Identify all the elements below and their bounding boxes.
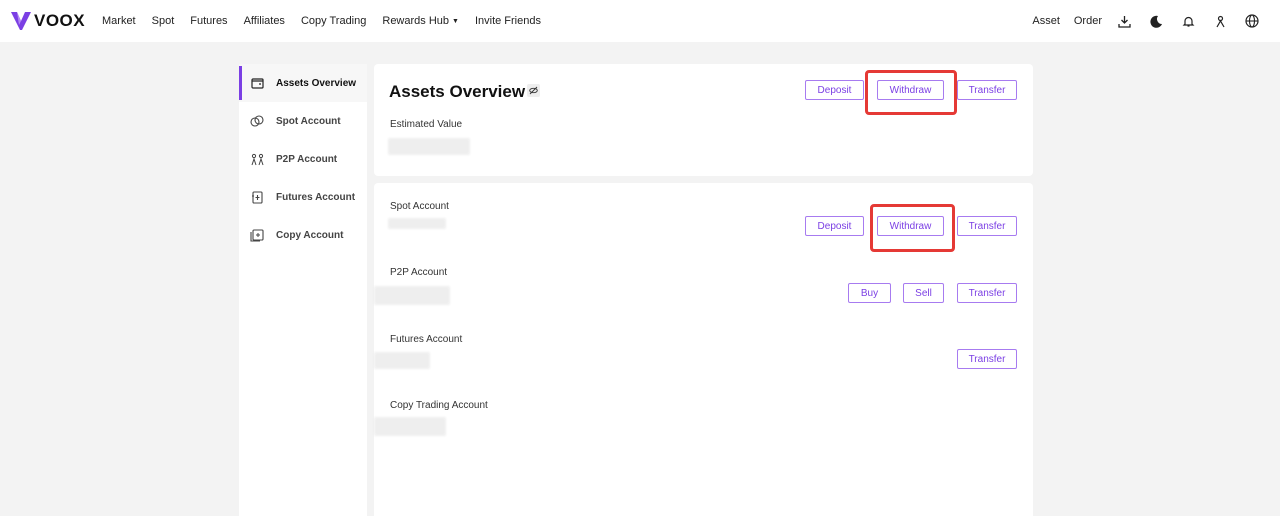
nav-order[interactable]: Order [1074, 15, 1102, 27]
sidebar-item-label: Spot Account [276, 115, 341, 127]
spot-withdraw-button[interactable]: Withdraw [877, 216, 944, 236]
spot-transfer-button[interactable]: Transfer [957, 216, 1017, 236]
nav-right: Asset Order [1032, 0, 1280, 42]
estimated-value-label: Estimated Value [390, 119, 463, 130]
nav-futures[interactable]: Futures [190, 15, 227, 27]
wallet-icon [250, 76, 264, 90]
sidebar-item-copy-account[interactable]: Copy Account [239, 216, 367, 254]
sidebar: Assets Overview Spot Account P2P Account… [239, 64, 367, 516]
nav-copy-trading[interactable]: Copy Trading [301, 15, 366, 27]
p2p-transfer-button[interactable]: Transfer [957, 283, 1017, 303]
nav-asset[interactable]: Asset [1032, 15, 1060, 27]
sidebar-item-label: Futures Account [276, 191, 356, 203]
sidebar-item-p2p-account[interactable]: P2P Account [239, 140, 367, 178]
nav-affiliates[interactable]: Affiliates [244, 15, 285, 27]
coins-icon [250, 114, 264, 128]
withdraw-button[interactable]: Withdraw [877, 80, 944, 100]
nav-rewards-hub-label: Rewards Hub [382, 15, 450, 27]
download-icon[interactable] [1116, 13, 1132, 29]
sidebar-item-futures-account[interactable]: Futures Account [239, 178, 367, 216]
p2p-balance-hidden [374, 286, 450, 305]
spot-deposit-button[interactable]: Deposit [805, 216, 864, 236]
caret-down-icon: ▼ [452, 17, 459, 25]
main-menu: Market Spot Futures Affiliates Copy Trad… [102, 0, 557, 42]
user-icon[interactable] [1212, 13, 1228, 29]
top-nav: VOOX Market Spot Futures Affiliates Copy… [0, 0, 1280, 42]
futures-transfer-button[interactable]: Transfer [957, 349, 1017, 369]
p2p-icon [250, 152, 264, 166]
spot-balance-hidden [388, 218, 446, 229]
hide-balance-icon[interactable] [527, 84, 540, 97]
p2p-buy-button[interactable]: Buy [848, 283, 891, 303]
futures-icon [250, 190, 264, 204]
nav-market[interactable]: Market [102, 15, 136, 27]
p2p-account-label: P2P Account [390, 267, 448, 278]
nav-invite-friends[interactable]: Invite Friends [475, 15, 541, 27]
page-title: Assets Overview [389, 82, 526, 101]
p2p-sell-button[interactable]: Sell [903, 283, 944, 303]
sidebar-item-spot-account[interactable]: Spot Account [239, 102, 367, 140]
brand-name: VOOX [34, 11, 86, 30]
copy-trading-account-label: Copy Trading Account [390, 400, 488, 411]
futures-account-label: Futures Account [390, 334, 463, 345]
deposit-button[interactable]: Deposit [805, 80, 864, 100]
globe-icon[interactable] [1244, 13, 1260, 29]
nav-rewards-hub[interactable]: Rewards Hub ▼ [382, 15, 459, 27]
voox-logo-icon [11, 12, 31, 30]
spot-account-label: Spot Account [390, 201, 449, 212]
transfer-button[interactable]: Transfer [957, 80, 1017, 100]
sidebar-item-assets-overview[interactable]: Assets Overview [239, 64, 367, 102]
copy-cards-icon [250, 228, 264, 242]
copy-trading-balance-hidden [374, 417, 446, 436]
accounts-card: Spot Account Deposit Withdraw Transfer P… [374, 183, 1033, 516]
sidebar-item-label: Copy Account [276, 229, 344, 241]
assets-overview-card: Assets Overview Estimated Value Deposit … [374, 64, 1033, 176]
sidebar-item-label: P2P Account [276, 153, 338, 165]
moon-icon[interactable] [1148, 13, 1164, 29]
bell-icon[interactable] [1180, 13, 1196, 29]
estimated-value-hidden [388, 138, 470, 155]
voox-logo[interactable]: VOOX [11, 11, 85, 31]
sidebar-item-label: Assets Overview [276, 77, 357, 89]
nav-spot[interactable]: Spot [152, 15, 175, 27]
futures-balance-hidden [374, 352, 430, 369]
